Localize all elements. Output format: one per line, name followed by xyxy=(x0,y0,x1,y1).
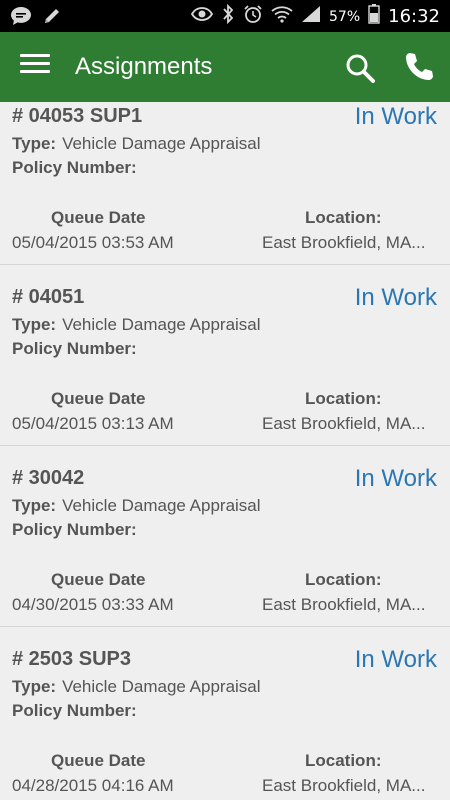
type-value: Vehicle Damage Appraisal xyxy=(62,315,261,334)
status-bar: 57% 16:32 xyxy=(0,0,450,32)
assignment-status: In Work xyxy=(354,103,437,130)
call-button[interactable] xyxy=(402,50,436,84)
policy-number-label: Policy Number: xyxy=(12,701,137,720)
type-label: Type: xyxy=(12,315,57,334)
clock: 16:32 xyxy=(388,6,440,27)
assignment-list-inner: # 04053 SUP1 In Work Type: Vehicle Damage… xyxy=(0,102,450,800)
policy-number-label: Policy Number: xyxy=(12,158,137,177)
type-value: Vehicle Damage Appraisal xyxy=(62,134,261,153)
assignment-number: # 30042 xyxy=(12,467,85,489)
page-title: Assignments xyxy=(75,53,213,80)
queue-date-label: Queue Date xyxy=(51,751,146,770)
type-value: Vehicle Damage Appraisal xyxy=(62,496,261,515)
assignment-card[interactable]: # 04053 SUP1 In Work Type: Vehicle Damage… xyxy=(0,102,450,265)
wifi-icon xyxy=(271,5,293,28)
search-button[interactable] xyxy=(344,52,376,84)
assignment-status: In Work xyxy=(354,646,437,673)
queue-date-label: Queue Date xyxy=(51,570,146,589)
type-label: Type: xyxy=(12,134,57,153)
queue-date-label: Queue Date xyxy=(51,389,146,408)
menu-icon xyxy=(20,54,50,73)
policy-number-label: Policy Number: xyxy=(12,520,137,539)
type-row: Type: Vehicle Damage Appraisal xyxy=(12,134,261,154)
assignment-status: In Work xyxy=(354,284,437,311)
battery-percent: 57% xyxy=(329,8,361,25)
bluetooth-icon xyxy=(221,3,235,29)
assignment-number: # 2503 SUP3 xyxy=(12,648,131,670)
location-label: Location: xyxy=(305,208,382,227)
status-bar-left xyxy=(10,6,62,31)
queue-date-value: 04/30/2015 03:33 AM xyxy=(12,595,174,614)
location-value: East Brookfield, MA... xyxy=(262,233,426,252)
assignment-number: # 04053 SUP1 xyxy=(12,105,143,127)
location-value: East Brookfield, MA... xyxy=(262,595,426,614)
type-label: Type: xyxy=(12,677,57,696)
location-value: East Brookfield, MA... xyxy=(262,414,426,433)
assignment-list[interactable]: # 04053 SUP1 In Work Type: Vehicle Damage… xyxy=(0,102,450,800)
queue-date-value: 05/04/2015 03:13 AM xyxy=(12,414,174,433)
search-icon xyxy=(346,54,375,83)
assignment-card[interactable]: # 30042 In Work Type: Vehicle Damage Appr… xyxy=(0,446,450,627)
queue-date-value: 05/04/2015 03:53 AM xyxy=(12,233,174,252)
edit-icon xyxy=(42,6,62,31)
location-value: East Brookfield, MA... xyxy=(262,776,426,795)
location-label: Location: xyxy=(305,389,382,408)
eye-icon xyxy=(190,6,214,27)
type-label: Type: xyxy=(12,496,57,515)
signal-icon xyxy=(301,5,321,28)
assignment-card[interactable]: # 2503 SUP3 In Work Type: Vehicle Damage … xyxy=(0,627,450,800)
alarm-icon xyxy=(243,4,263,29)
queue-date-value: 04/28/2015 04:16 AM xyxy=(12,776,174,795)
location-label: Location: xyxy=(305,570,382,589)
menu-button[interactable] xyxy=(20,54,50,80)
assignment-card[interactable]: # 04051 In Work Type: Vehicle Damage Appr… xyxy=(0,265,450,446)
assignment-status: In Work xyxy=(354,465,437,492)
location-label: Location: xyxy=(305,751,382,770)
type-row: Type: Vehicle Damage Appraisal xyxy=(12,315,261,335)
type-row: Type: Vehicle Damage Appraisal xyxy=(12,677,261,697)
queue-date-label: Queue Date xyxy=(51,208,146,227)
type-value: Vehicle Damage Appraisal xyxy=(62,677,261,696)
app-bar: Assignments xyxy=(0,32,450,102)
policy-number-label: Policy Number: xyxy=(12,339,137,358)
type-row: Type: Vehicle Damage Appraisal xyxy=(12,496,261,516)
battery-icon xyxy=(368,4,380,29)
status-bar-right: 57% 16:32 xyxy=(190,3,440,29)
phone-icon xyxy=(406,53,433,80)
chat-icon xyxy=(10,6,32,31)
assignment-number: # 04051 xyxy=(12,286,85,308)
